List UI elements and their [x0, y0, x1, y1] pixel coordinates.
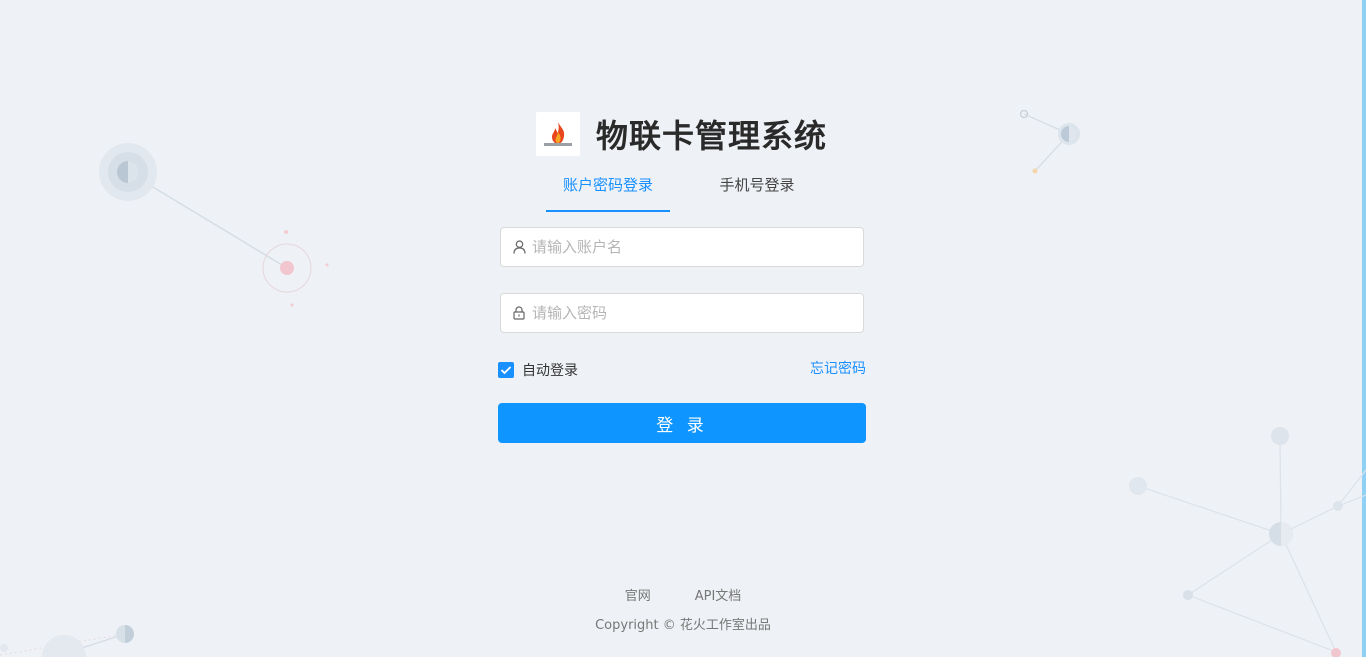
footer-links: 官网 API文档	[0, 585, 1366, 604]
checkbox-checked-icon[interactable]	[498, 362, 514, 378]
username-field	[500, 227, 864, 267]
auto-login-label: 自动登录	[522, 363, 578, 379]
tab-phone-login[interactable]: 手机号登录	[692, 166, 822, 210]
right-edge-strip	[1362, 0, 1366, 657]
login-button[interactable]: 登 录	[498, 403, 866, 443]
user-icon	[512, 240, 526, 254]
page-title: 物联卡管理系统	[596, 117, 828, 155]
spark-flame-logo	[536, 112, 580, 156]
lock-icon	[512, 306, 526, 320]
header: 物联卡管理系统	[536, 112, 827, 156]
forgot-password-link[interactable]: 忘记密码	[806, 360, 866, 378]
copyright-text: Copyright © 花火工作室出品	[595, 618, 771, 633]
logo-caption-mark	[544, 143, 572, 146]
username-input[interactable]	[532, 238, 852, 256]
login-method-tabs: 账户密码登录 手机号登录	[546, 166, 822, 212]
auto-login-checkbox[interactable]: 自动登录	[498, 360, 578, 380]
tab-account-password-login[interactable]: 账户密码登录	[546, 166, 671, 212]
footer-link-official-site[interactable]: 官网	[625, 585, 651, 604]
footer-link-api-docs[interactable]: API文档	[695, 585, 742, 604]
password-input[interactable]	[532, 304, 852, 322]
password-field	[500, 293, 864, 333]
